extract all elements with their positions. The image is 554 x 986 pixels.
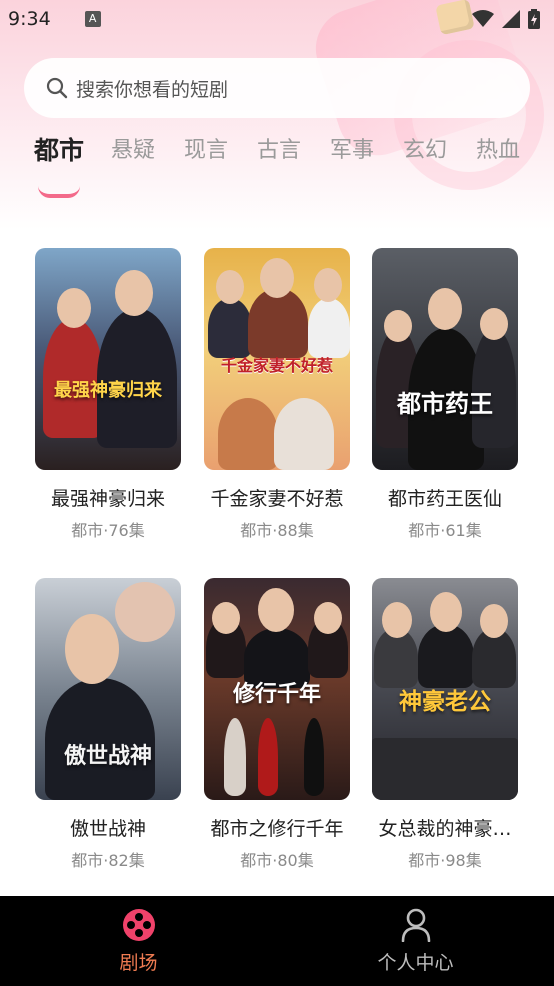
tab-guyan[interactable]: 古言 — [257, 128, 301, 174]
tab-xuanyi[interactable]: 悬疑 — [111, 128, 155, 174]
drama-meta: 都市·80集 — [240, 851, 314, 870]
drama-card[interactable]: 最强神豪归来 最强神豪归来 都市·76集 — [35, 248, 183, 541]
poster-title: 都市药王 — [397, 389, 493, 418]
search-input[interactable]: 搜索你想看的短剧 — [24, 58, 530, 118]
nav-theater-label: 剧场 — [119, 951, 158, 974]
nav-theater[interactable]: 剧场 — [0, 896, 277, 986]
tab-dushi[interactable]: 都市 — [34, 128, 84, 174]
status-icons — [472, 9, 540, 29]
drama-poster[interactable]: 都市药王 — [372, 248, 518, 470]
tab-xianyan[interactable]: 现言 — [184, 128, 228, 174]
drama-poster[interactable]: 最强神豪归来 — [35, 248, 181, 470]
drama-poster[interactable]: 千金家妻不好惹 — [204, 248, 350, 470]
film-reel-icon — [122, 908, 155, 941]
drama-card[interactable]: 千金家妻不好惹 千金家妻不好惹 都市·88集 — [204, 248, 352, 541]
wifi-icon — [472, 10, 494, 27]
drama-title: 傲世战神 — [69, 818, 146, 840]
drama-poster[interactable]: 傲世战神 — [35, 578, 181, 800]
search-placeholder: 搜索你想看的短剧 — [76, 78, 229, 101]
person-icon — [401, 908, 430, 942]
tab-xuanhuan[interactable]: 玄幻 — [403, 128, 447, 174]
drama-card[interactable]: 傲世战神 傲世战神 都市·82集 — [35, 578, 183, 871]
poster-title: 神豪老公 — [399, 688, 491, 715]
drama-title: 女总裁的神豪… — [378, 818, 512, 840]
drama-meta: 都市·88集 — [240, 521, 314, 540]
drama-title: 千金家妻不好惹 — [210, 488, 344, 510]
drama-card[interactable]: 神豪老公 女总裁的神豪… 都市·98集 — [372, 578, 520, 871]
tab-rexue[interactable]: 热血 — [476, 128, 520, 174]
battery-icon — [528, 9, 540, 29]
drama-poster[interactable]: 神豪老公 — [372, 578, 518, 800]
poster-title: 千金家妻不好惹 — [220, 356, 333, 375]
search-icon — [46, 77, 68, 99]
notification-icon: A — [84, 11, 101, 27]
status-time: 9:34 — [8, 8, 51, 30]
drama-title: 都市之修行千年 — [210, 818, 344, 840]
poster-title: 修行千年 — [232, 681, 321, 707]
drama-title: 最强神豪归来 — [50, 488, 165, 510]
tab-junshi[interactable]: 军事 — [330, 128, 374, 174]
drama-poster[interactable]: 修行千年 — [204, 578, 350, 800]
poster-title: 傲世战神 — [63, 743, 152, 769]
drama-meta: 都市·82集 — [71, 851, 145, 870]
drama-meta: 都市·76集 — [71, 521, 145, 540]
nav-profile[interactable]: 个人中心 — [277, 896, 554, 986]
active-tab-indicator — [38, 186, 80, 198]
category-tabs: 都市 悬疑 现言 古言 军事 玄幻 热血 — [0, 128, 554, 178]
nav-profile-label: 个人中心 — [377, 951, 454, 974]
bottom-nav: 剧场 个人中心 — [0, 896, 554, 986]
poster-title: 最强神豪归来 — [54, 380, 162, 401]
drama-meta: 都市·98集 — [408, 851, 482, 870]
drama-card[interactable]: 修行千年 都市之修行千年 都市·80集 — [204, 578, 352, 871]
drama-card[interactable]: 都市药王 都市药王医仙 都市·61集 — [372, 248, 520, 541]
status-bar: 9:34 A — [0, 0, 554, 38]
drama-meta: 都市·61集 — [408, 521, 482, 540]
signal-icon — [502, 10, 520, 28]
drama-title: 都市药王医仙 — [387, 488, 502, 510]
